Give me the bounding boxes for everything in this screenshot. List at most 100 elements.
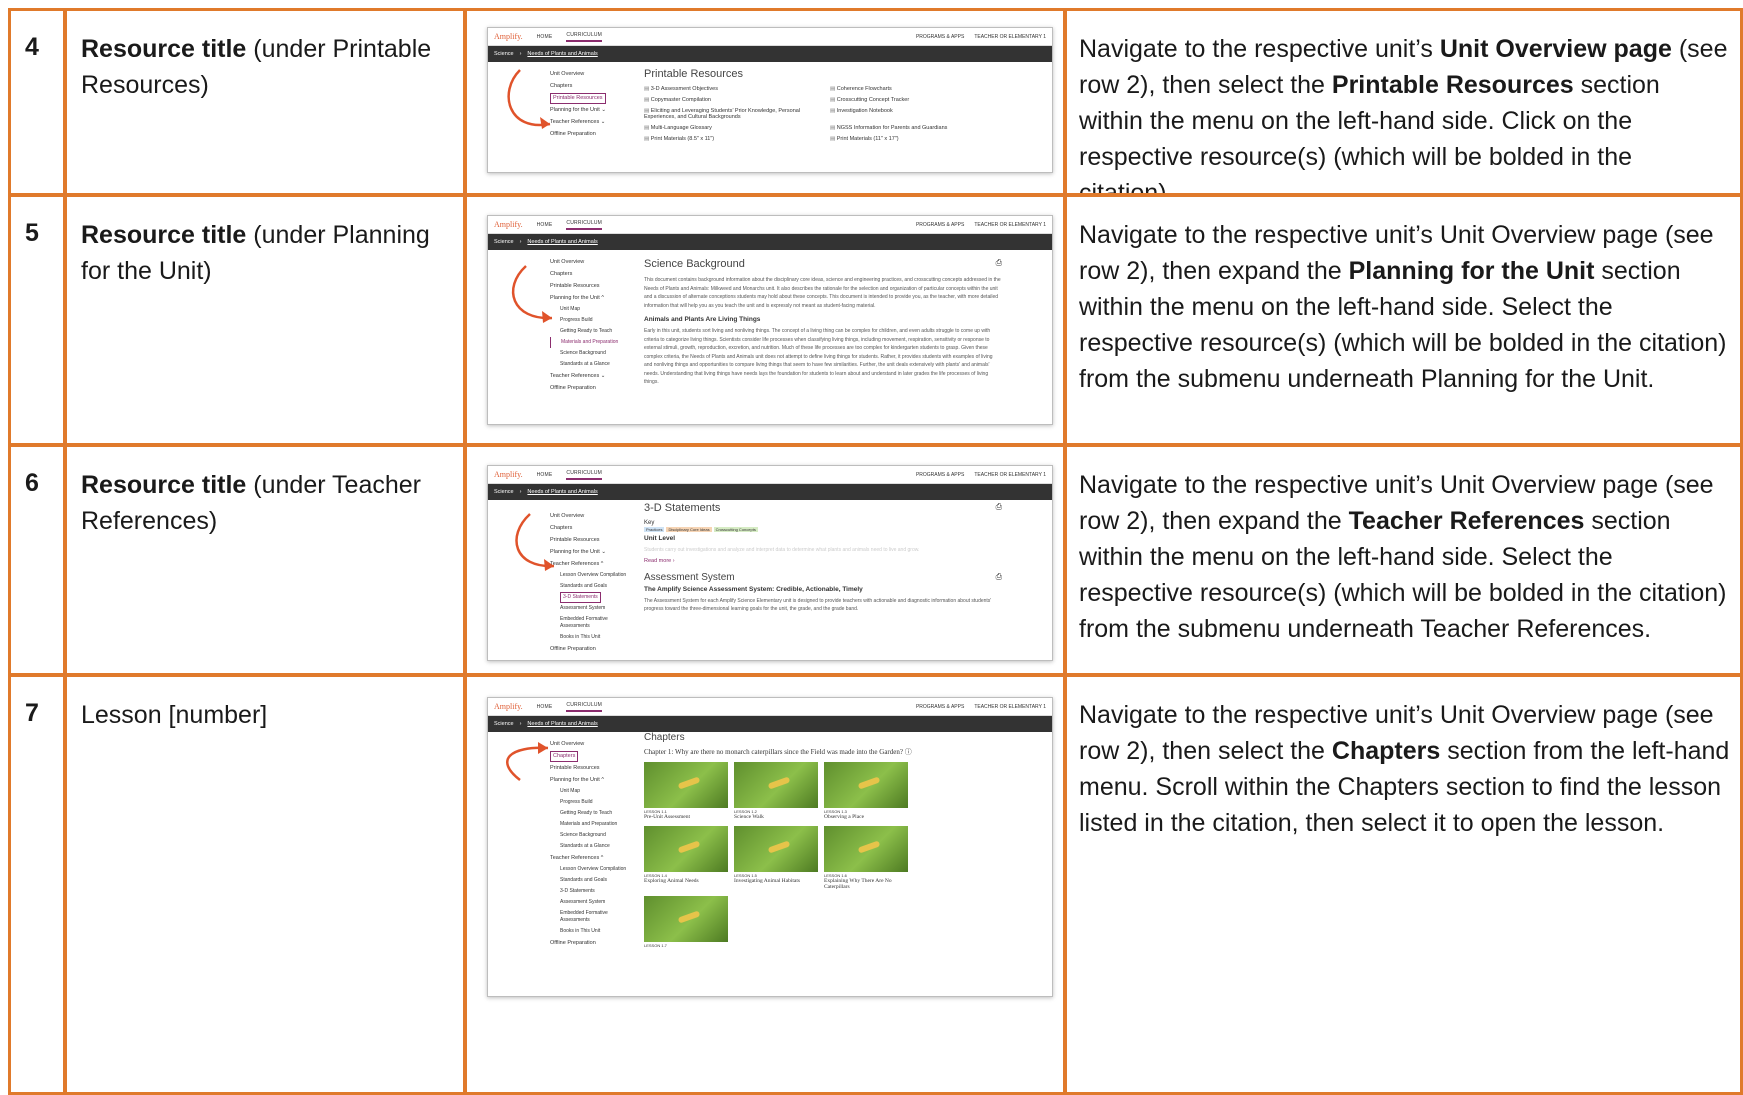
content-heading: Printable Resources bbox=[644, 68, 744, 80]
menu-printable-resources[interactable]: Printable Resources bbox=[550, 280, 634, 292]
programs-apps-link[interactable]: PROGRAMS & APPS bbox=[916, 222, 964, 228]
submenu-3d-statements[interactable]: 3-D Statements bbox=[550, 886, 634, 897]
resource-link[interactable]: 3-D Assessment Objectives bbox=[644, 86, 816, 92]
resource-link[interactable]: Print Materials (11" x 17") bbox=[830, 136, 1002, 142]
submenu-standards-glance[interactable]: Standards at a Glance bbox=[550, 359, 634, 370]
menu-teacher-refs[interactable]: Teacher References ^ bbox=[550, 558, 634, 570]
submenu-lesson-overview[interactable]: Lesson Overview Compilation bbox=[550, 866, 634, 873]
nav-curriculum[interactable]: CURRICULUM bbox=[566, 32, 603, 42]
menu-unit-overview[interactable]: Unit Overview bbox=[550, 510, 634, 522]
menu-chapters[interactable]: Chapters bbox=[550, 522, 634, 534]
menu-printable-resources[interactable]: Printable Resources bbox=[550, 534, 634, 546]
table-row: 4 Resource title (under Printable Resour… bbox=[8, 8, 1743, 196]
submenu-standards-goals[interactable]: Standards and Goals bbox=[550, 581, 634, 592]
breadcrumb-science[interactable]: Science bbox=[494, 489, 514, 495]
submenu-unit-map[interactable]: Unit Map bbox=[550, 304, 634, 315]
submenu-progress-build[interactable]: Progress Build bbox=[550, 797, 634, 808]
breadcrumb-unit[interactable]: Needs of Plants and Animals bbox=[527, 489, 597, 495]
menu-planning[interactable]: Planning for the Unit ^ bbox=[550, 292, 634, 304]
read-more-link[interactable]: Read more › bbox=[644, 558, 1002, 564]
nav-home[interactable]: HOME bbox=[537, 34, 553, 40]
annotation-arrow-icon bbox=[511, 265, 553, 323]
breadcrumb-unit[interactable]: Needs of Plants and Animals bbox=[527, 721, 597, 727]
submenu-assessment-system[interactable]: Assessment System bbox=[550, 603, 634, 614]
breadcrumb-science[interactable]: Science bbox=[494, 239, 514, 245]
menu-chapters[interactable]: Chapters bbox=[550, 80, 634, 92]
menu-planning[interactable]: Planning for the Unit ⌄ bbox=[550, 104, 634, 116]
submenu-progress-build[interactable]: Progress Build bbox=[550, 315, 634, 326]
menu-unit-overview[interactable]: Unit Overview bbox=[550, 68, 634, 80]
submenu-books[interactable]: Books in This Unit bbox=[550, 926, 634, 937]
teacher-account[interactable]: TEACHER OR ELEMENTARY 1 bbox=[974, 34, 1046, 40]
menu-unit-overview[interactable]: Unit Overview bbox=[550, 738, 634, 750]
submenu-materials[interactable]: Materials and Preparation bbox=[550, 337, 634, 348]
programs-apps-link[interactable]: PROGRAMS & APPS bbox=[916, 704, 964, 710]
lesson-card[interactable]: LESSON 1.5 Investigating Animal Habitats bbox=[734, 826, 818, 884]
submenu-getting-ready[interactable]: Getting Ready to Teach bbox=[550, 326, 634, 337]
submenu-books[interactable]: Books in This Unit bbox=[550, 632, 634, 643]
menu-offline-prep[interactable]: Offline Preparation bbox=[550, 382, 634, 394]
menu-teacher-refs[interactable]: Teacher References ^ bbox=[550, 852, 634, 864]
print-icon[interactable]: ⎙ bbox=[996, 572, 1002, 582]
submenu-embedded-formative[interactable]: Embedded Formative Assessments bbox=[550, 910, 634, 924]
menu-planning[interactable]: Planning for the Unit ⌄ bbox=[550, 546, 634, 558]
breadcrumb-unit[interactable]: Needs of Plants and Animals bbox=[527, 51, 597, 57]
resource-link[interactable]: Print Materials (8.5" x 11") bbox=[644, 136, 816, 142]
resource-link[interactable]: Coherence Flowcharts bbox=[830, 86, 1002, 92]
submenu-standards-glance[interactable]: Standards at a Glance bbox=[550, 841, 634, 852]
menu-teacher-refs[interactable]: Teacher References ⌄ bbox=[550, 116, 634, 128]
lesson-card[interactable]: LESSON 1.3 Observing a Place bbox=[824, 762, 908, 820]
programs-apps-link[interactable]: PROGRAMS & APPS bbox=[916, 472, 964, 478]
teacher-account[interactable]: TEACHER OR ELEMENTARY 1 bbox=[974, 472, 1046, 478]
breadcrumb-unit[interactable]: Needs of Plants and Animals bbox=[527, 239, 597, 245]
resource-link[interactable]: Investigation Notebook bbox=[830, 108, 1002, 120]
lesson-card[interactable]: LESSON 1.2 Science Walk bbox=[734, 762, 818, 820]
breadcrumb-science[interactable]: Science bbox=[494, 51, 514, 57]
menu-offline-prep[interactable]: Offline Preparation bbox=[550, 128, 634, 140]
menu-teacher-refs[interactable]: Teacher References ⌄ bbox=[550, 370, 634, 382]
menu-offline-prep[interactable]: Offline Preparation bbox=[550, 643, 634, 655]
print-icon[interactable]: ⎙ bbox=[996, 258, 1002, 268]
resource-link[interactable]: Crosscutting Concept Tracker bbox=[830, 97, 1002, 103]
resource-link[interactable]: Multi-Language Glossary bbox=[644, 125, 816, 131]
menu-printable-resources[interactable]: Printable Resources bbox=[550, 93, 606, 104]
lesson-card[interactable]: LESSON 1.4 Exploring Animal Needs bbox=[644, 826, 728, 884]
nav-curriculum[interactable]: CURRICULUM bbox=[566, 470, 603, 480]
menu-chapters[interactable]: Chapters bbox=[550, 268, 634, 280]
resource-link[interactable]: Eliciting and Leveraging Students’ Prior… bbox=[644, 108, 816, 120]
submenu-science-background[interactable]: Science Background bbox=[550, 830, 634, 841]
menu-offline-prep[interactable]: Offline Preparation bbox=[550, 937, 634, 949]
breadcrumb-science[interactable]: Science bbox=[494, 721, 514, 727]
menu-printable-resources[interactable]: Printable Resources bbox=[550, 762, 634, 774]
lesson-card[interactable]: LESSON 1.1 Pre-Unit Assessment bbox=[644, 762, 728, 820]
resource-link[interactable]: NGSS Information for Parents and Guardia… bbox=[830, 125, 1002, 131]
submenu-unit-map[interactable]: Unit Map bbox=[550, 786, 634, 797]
submenu-assessment-system[interactable]: Assessment System bbox=[550, 897, 634, 908]
submenu-standards-goals[interactable]: Standards and Goals bbox=[550, 875, 634, 886]
submenu-getting-ready[interactable]: Getting Ready to Teach bbox=[550, 808, 634, 819]
teacher-account[interactable]: TEACHER OR ELEMENTARY 1 bbox=[974, 222, 1046, 228]
submenu-embedded-formative[interactable]: Embedded Formative Assessments bbox=[550, 616, 634, 630]
lesson-card[interactable]: LESSON 1.6 Explaining Why There Are No Ca… bbox=[824, 826, 908, 890]
instructions-text: Navigate to the respective unit’s Unit O… bbox=[1079, 221, 1727, 393]
nav-home[interactable]: HOME bbox=[537, 704, 553, 710]
annotation-arrow-icon bbox=[506, 742, 549, 781]
annotation-arrow-icon bbox=[507, 69, 551, 129]
lesson-card[interactable]: LESSON 1.7 bbox=[644, 896, 728, 948]
submenu-3d-statements[interactable]: 3-D Statements bbox=[560, 592, 601, 603]
citation-type-rest: Lesson [number] bbox=[81, 701, 268, 729]
submenu-materials[interactable]: Materials and Preparation bbox=[550, 819, 634, 830]
nav-home[interactable]: HOME bbox=[537, 222, 553, 228]
programs-apps-link[interactable]: PROGRAMS & APPS bbox=[916, 34, 964, 40]
menu-unit-overview[interactable]: Unit Overview bbox=[550, 256, 634, 268]
teacher-account[interactable]: TEACHER OR ELEMENTARY 1 bbox=[974, 704, 1046, 710]
nav-curriculum[interactable]: CURRICULUM bbox=[566, 220, 603, 230]
nav-curriculum[interactable]: CURRICULUM bbox=[566, 702, 603, 712]
submenu-science-background[interactable]: Science Background bbox=[550, 348, 634, 359]
submenu-lesson-overview[interactable]: Lesson Overview Compilation bbox=[550, 572, 634, 579]
resource-link[interactable]: Copymaster Compilation bbox=[644, 97, 816, 103]
menu-planning[interactable]: Planning for the Unit ^ bbox=[550, 774, 634, 786]
lesson-thumbnail bbox=[824, 826, 908, 872]
print-icon[interactable]: ⎙ bbox=[996, 502, 1002, 512]
nav-home[interactable]: HOME bbox=[537, 472, 553, 478]
